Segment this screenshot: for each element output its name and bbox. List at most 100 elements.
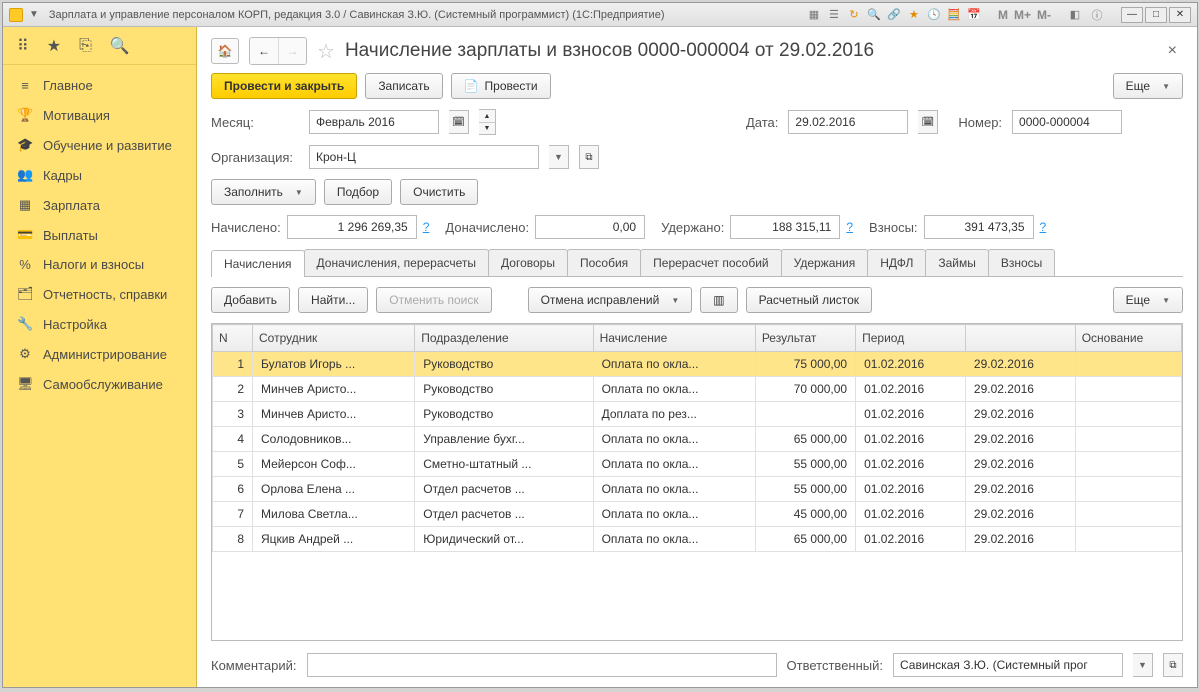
- org-open-icon[interactable]: ⧉: [579, 145, 599, 169]
- sidebar-item-9[interactable]: ⚙Администрирование: [3, 339, 196, 369]
- comment-input[interactable]: [307, 653, 777, 677]
- sidebar-item-8[interactable]: 🔧Настройка: [3, 309, 196, 339]
- post-button[interactable]: 📄Провести: [451, 73, 551, 99]
- search-icon[interactable]: 🔍: [866, 7, 882, 23]
- grid-more-button[interactable]: Еще: [1113, 287, 1183, 313]
- minimize-button[interactable]: —: [1121, 7, 1143, 23]
- tab-2[interactable]: Договоры: [488, 249, 568, 276]
- calc-icon[interactable]: 🧮: [946, 7, 962, 23]
- app-menu-dropdown-icon[interactable]: ▼: [29, 9, 39, 20]
- columns-button[interactable]: ▥: [700, 287, 737, 313]
- back-button[interactable]: ←: [250, 38, 278, 64]
- org-dropdown-icon[interactable]: ▼: [549, 145, 569, 169]
- panel-icon[interactable]: ◧: [1067, 7, 1083, 23]
- col-header[interactable]: [965, 325, 1075, 352]
- save-button[interactable]: Записать: [365, 73, 442, 99]
- pick-button[interactable]: Подбор: [324, 179, 392, 205]
- sidebar-item-10[interactable]: 🖥Самообслуживание: [3, 369, 196, 399]
- sidebar-item-4[interactable]: ▦Зарплата: [3, 190, 196, 220]
- month-spinner[interactable]: ▲▼: [479, 109, 496, 135]
- tab-8[interactable]: Взносы: [988, 249, 1055, 276]
- responsible-open-icon[interactable]: ⧉: [1163, 653, 1183, 677]
- grid[interactable]: NСотрудникПодразделениеНачислениеРезульт…: [211, 323, 1183, 641]
- table-row[interactable]: 6Орлова Елена ...Отдел расчетов ...Оплат…: [213, 477, 1182, 502]
- accrued-value: 1 296 269,35: [287, 215, 417, 239]
- search-sidebar-icon[interactable]: 🔍: [110, 36, 130, 56]
- sidebar-item-6[interactable]: %Налоги и взносы: [3, 250, 196, 279]
- responsible-dropdown-icon[interactable]: ▼: [1133, 653, 1153, 677]
- table-row[interactable]: 2Минчев Аристо...РуководствоОплата по ок…: [213, 377, 1182, 402]
- col-header[interactable]: Начисление: [593, 325, 755, 352]
- col-header[interactable]: Результат: [755, 325, 855, 352]
- responsible-input[interactable]: Савинская З.Ю. (Системный прог: [893, 653, 1123, 677]
- payslip-button[interactable]: Расчетный листок: [746, 287, 872, 313]
- link-icon[interactable]: 🔗: [886, 7, 902, 23]
- table-row[interactable]: 4Солодовников...Управление бухг...Оплата…: [213, 427, 1182, 452]
- month-input[interactable]: Февраль 2016: [309, 110, 439, 134]
- close-tab-button[interactable]: ×: [1162, 42, 1183, 60]
- tab-0[interactable]: Начисления: [211, 250, 305, 277]
- contrib-help-icon[interactable]: ?: [1040, 220, 1047, 234]
- tab-1[interactable]: Доначисления, перерасчеты: [304, 249, 489, 276]
- clear-button[interactable]: Очистить: [400, 179, 478, 205]
- date-calendar-icon[interactable]: 🗓: [918, 110, 938, 134]
- fill-button[interactable]: Заполнить: [211, 179, 316, 205]
- number-input[interactable]: 0000-000004: [1012, 110, 1122, 134]
- close-button[interactable]: ✕: [1169, 7, 1191, 23]
- apps-icon[interactable]: ⠿: [17, 36, 29, 56]
- sidebar-item-1[interactable]: 🏆Мотивация: [3, 100, 196, 130]
- favorite-icon[interactable]: ★: [47, 36, 61, 56]
- withheld-help-icon[interactable]: ?: [846, 220, 853, 234]
- date-input[interactable]: 29.02.2016: [788, 110, 908, 134]
- sidebar-item-3[interactable]: 👥Кадры: [3, 160, 196, 190]
- clipboard-icon[interactable]: ⎘: [79, 37, 92, 55]
- list-icon[interactable]: ☰: [826, 7, 842, 23]
- org-input[interactable]: Крон-Ц: [309, 145, 539, 169]
- spin-up-icon[interactable]: ▲: [479, 110, 495, 122]
- home-button[interactable]: 🏠: [211, 38, 239, 64]
- col-header[interactable]: Период: [856, 325, 966, 352]
- sidebar-icon: 🎓: [17, 137, 33, 153]
- col-header[interactable]: N: [213, 325, 253, 352]
- favorite-star-icon[interactable]: ☆: [317, 39, 335, 64]
- col-header[interactable]: Подразделение: [415, 325, 593, 352]
- cancel-fixes-button[interactable]: Отмена исправлений: [528, 287, 693, 313]
- grid-icon[interactable]: ▦: [806, 7, 822, 23]
- tab-7[interactable]: Займы: [925, 249, 989, 276]
- col-header[interactable]: Сотрудник: [253, 325, 415, 352]
- sidebar-item-7[interactable]: 🗂Отчетность, справки: [3, 279, 196, 309]
- sidebar-item-5[interactable]: 💳Выплаты: [3, 220, 196, 250]
- table-row[interactable]: 5Мейерсон Соф...Сметно-штатный ...Оплата…: [213, 452, 1182, 477]
- star-icon[interactable]: ★: [906, 7, 922, 23]
- month-calendar-icon[interactable]: 🗓: [449, 110, 469, 134]
- m-plus-button[interactable]: M+: [1012, 8, 1033, 22]
- table-row[interactable]: 8Яцкив Андрей ...Юридический от...Оплата…: [213, 527, 1182, 552]
- table-row[interactable]: 1Булатов Игорь ...РуководствоОплата по о…: [213, 352, 1182, 377]
- contrib-label: Взносы:: [869, 220, 918, 235]
- find-button[interactable]: Найти...: [298, 287, 368, 313]
- spin-down-icon[interactable]: ▼: [479, 122, 495, 134]
- maximize-button[interactable]: □: [1145, 7, 1167, 23]
- col-header[interactable]: Основание: [1075, 325, 1181, 352]
- calendar-icon[interactable]: 📅: [966, 7, 982, 23]
- table-row[interactable]: 7Милова Светла...Отдел расчетов ...Оплат…: [213, 502, 1182, 527]
- tab-5[interactable]: Удержания: [781, 249, 869, 276]
- tab-4[interactable]: Перерасчет пособий: [640, 249, 781, 276]
- cancel-search-button[interactable]: Отменить поиск: [376, 287, 491, 313]
- table-row[interactable]: 3Минчев Аристо...РуководствоДоплата по р…: [213, 402, 1182, 427]
- more-button[interactable]: Еще: [1113, 73, 1183, 99]
- post-and-close-button[interactable]: Провести и закрыть: [211, 73, 357, 99]
- m-minus-button[interactable]: M-: [1035, 8, 1053, 22]
- forward-button[interactable]: →: [278, 38, 306, 64]
- sidebar-item-0[interactable]: ≡Главное: [3, 71, 196, 100]
- sidebar-item-2[interactable]: 🎓Обучение и развитие: [3, 130, 196, 160]
- add-row-button[interactable]: Добавить: [211, 287, 290, 313]
- history-icon[interactable]: 🕓: [926, 7, 942, 23]
- accrued-help-icon[interactable]: ?: [423, 220, 430, 234]
- refresh-icon[interactable]: ↻: [846, 7, 862, 23]
- tab-3[interactable]: Пособия: [567, 249, 641, 276]
- number-label: Номер:: [958, 115, 1002, 130]
- m-button[interactable]: M: [996, 8, 1010, 22]
- info-icon[interactable]: ⓘ: [1089, 7, 1105, 23]
- tab-6[interactable]: НДФЛ: [867, 249, 926, 276]
